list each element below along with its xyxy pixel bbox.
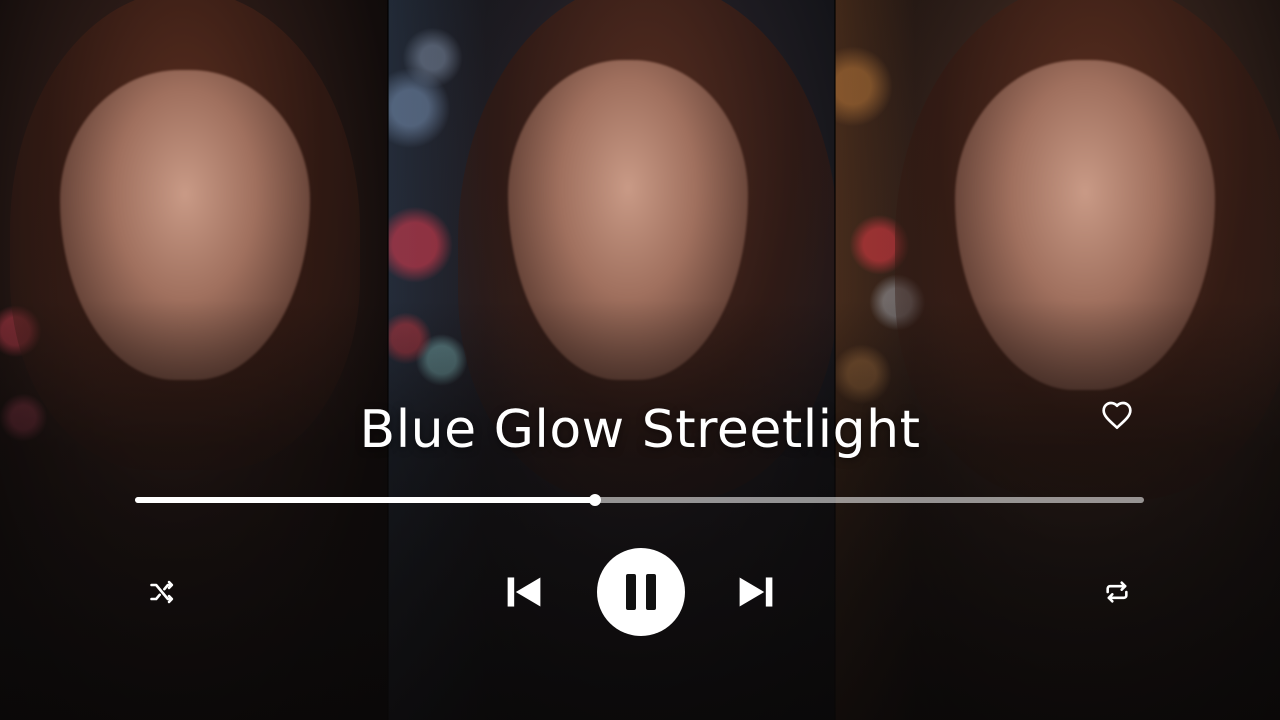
like-button[interactable] — [1100, 398, 1134, 432]
shuffle-icon — [150, 580, 174, 604]
heart-outline-icon — [1102, 401, 1132, 429]
previous-button[interactable] — [500, 570, 548, 614]
progress-bar[interactable] — [135, 494, 1144, 506]
progress-fill — [135, 497, 596, 503]
pause-icon — [626, 574, 656, 610]
progress-thumb[interactable] — [589, 494, 602, 506]
repeat-icon — [1106, 581, 1128, 603]
song-title: Blue Glow Streetlight — [359, 400, 921, 460]
shuffle-button[interactable] — [145, 575, 179, 609]
bottom-shade-overlay — [0, 300, 1280, 720]
play-pause-button[interactable] — [597, 548, 685, 636]
skip-next-icon — [739, 577, 773, 607]
skip-previous-icon — [507, 577, 541, 607]
repeat-button[interactable] — [1100, 575, 1134, 609]
next-button[interactable] — [732, 570, 780, 614]
music-player-screen: Blue Glow Streetlight — [0, 0, 1280, 720]
